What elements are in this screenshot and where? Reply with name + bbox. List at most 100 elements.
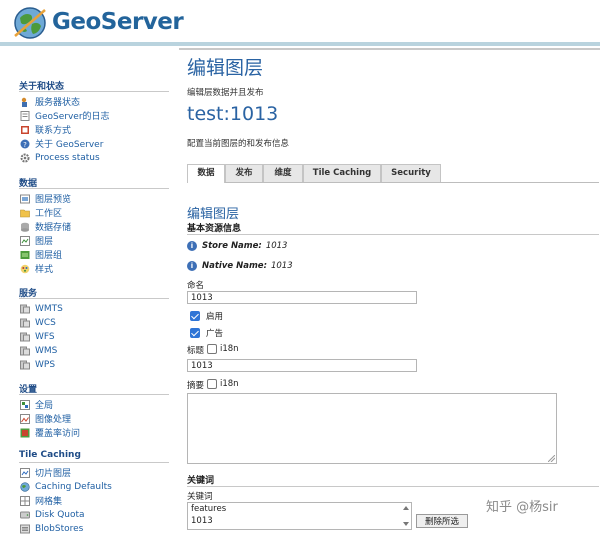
scroll-up-icon[interactable] [403, 506, 409, 510]
title-i18n-checkbox[interactable] [207, 344, 217, 354]
sidebar-item-label: GeoServer的日志 [35, 112, 110, 122]
enabled-checkbox[interactable] [190, 311, 200, 321]
sidebar-item-wcs[interactable]: WCS [20, 316, 56, 329]
sidebar-item-coverage-access[interactable]: 覆盖率访问 [20, 426, 80, 439]
service-icon [20, 360, 30, 370]
info-icon: i [187, 241, 197, 251]
service-icon [20, 346, 30, 356]
title-label: 标题 [187, 346, 205, 356]
keywords-listbox[interactable]: features 1013 [187, 502, 412, 530]
sidebar-item-label: 全局 [35, 401, 54, 411]
brand-name[interactable]: GeoServer [52, 9, 184, 35]
content-top-rule [179, 48, 600, 50]
gear-icon [20, 153, 30, 163]
sidebar-item-about[interactable]: ? 关于 GeoServer [20, 137, 103, 150]
blobstore-icon [20, 524, 30, 534]
sidebar-item-wms[interactable]: WMS [20, 344, 57, 357]
store-name-value: 1013 [265, 241, 288, 251]
sidebar-item-label: 切片图层 [35, 469, 72, 479]
sidebar-item-blobstores[interactable]: BlobStores [20, 522, 83, 535]
sidebar-item-label: 样式 [35, 265, 54, 275]
abstract-textarea[interactable] [187, 393, 557, 464]
geoserver-logo-icon[interactable] [12, 6, 48, 40]
tab-security[interactable]: Security [381, 164, 441, 182]
sidebar-item-contact[interactable]: 联系方式 [20, 123, 71, 136]
disk-icon [20, 510, 30, 520]
sidebar-item-label: 服务器状态 [35, 98, 81, 108]
contact-icon [20, 125, 30, 135]
sidebar-item-label: 图像处理 [35, 415, 72, 425]
native-name-value: 1013 [270, 261, 293, 271]
keywords-heading: 关键词 [187, 476, 215, 486]
tab-publishing[interactable]: 发布 [225, 164, 263, 182]
title-input[interactable]: 1013 [187, 359, 417, 372]
sidebar-item-wmts[interactable]: WMTS [20, 302, 63, 315]
sidebar: 关于和状态 服务器状态 GeoServer的日志 联系方式 ? 关于 GeoSe… [0, 48, 178, 535]
native-name-label: Native Name: [202, 261, 267, 271]
abstract-i18n-toggle: i18n [207, 379, 239, 389]
about-icon: ? [20, 139, 30, 149]
sidebar-item-wps[interactable]: WPS [20, 358, 55, 371]
sidebar-item-label: 覆盖率访问 [35, 429, 81, 439]
sidebar-item-label: 图层组 [35, 251, 63, 261]
sidebar-item-label: WMS [35, 345, 58, 356]
sidebar-item-layers[interactable]: 图层 [20, 234, 53, 247]
sidebar-item-global[interactable]: 全局 [20, 398, 53, 411]
sidebar-item-label: WCS [35, 317, 56, 328]
sidebar-item-workspaces[interactable]: 工作区 [20, 206, 62, 219]
sidebar-item-label: 联系方式 [35, 126, 72, 136]
keyword-option[interactable]: 1013 [191, 516, 213, 526]
sidebar-item-layer-groups[interactable]: 图层组 [20, 248, 62, 261]
abstract-i18n-checkbox[interactable] [207, 379, 217, 389]
tab-bar: 数据 发布 维度 Tile Caching Security [187, 164, 599, 183]
coverage-access-icon [20, 428, 30, 438]
sidebar-item-disk-quota[interactable]: Disk Quota [20, 508, 85, 521]
svg-text:?: ? [23, 141, 27, 149]
enabled-row: 启用 [190, 310, 223, 322]
sidebar-item-gridsets[interactable]: 网格集 [20, 494, 62, 507]
sidebar-item-label: Caching Defaults [35, 481, 112, 492]
sidebar-item-wfs[interactable]: WFS [20, 330, 55, 343]
datastore-icon [20, 222, 30, 232]
sidebar-divider [19, 462, 169, 463]
watermark: 知乎 @杨sir [486, 500, 558, 515]
server-status-icon [20, 97, 30, 107]
sidebar-item-label: WFS [35, 331, 55, 342]
i18n-label: i18n [220, 344, 239, 354]
sidebar-item-layer-preview[interactable]: 图层预览 [20, 192, 71, 205]
sidebar-item-server-status[interactable]: 服务器状态 [20, 95, 80, 108]
main-content: 编辑图层 编辑层数据并且发布 test:1013 配置当前图层的和发布信息 数据… [179, 48, 600, 532]
remove-selected-button[interactable]: 删除所选 [416, 514, 468, 528]
advertised-checkbox[interactable] [190, 328, 200, 338]
sidebar-item-process-status[interactable]: Process status [20, 151, 100, 164]
sidebar-item-label: WPS [35, 359, 56, 370]
folder-icon [20, 208, 30, 218]
layer-group-icon [20, 250, 30, 260]
resize-grip-icon[interactable] [548, 455, 555, 462]
layer-icon [20, 235, 30, 246]
keyword-option[interactable]: features [191, 504, 226, 514]
tab-data[interactable]: 数据 [187, 164, 225, 183]
service-icon [20, 318, 30, 328]
tab-dimensions[interactable]: 维度 [263, 164, 303, 182]
scroll-down-icon[interactable] [403, 522, 409, 526]
style-icon [20, 264, 30, 274]
log-icon [20, 110, 30, 121]
sidebar-item-label: 工作区 [35, 209, 63, 219]
sidebar-item-log[interactable]: GeoServer的日志 [20, 109, 110, 122]
sidebar-item-caching-defaults[interactable]: Caching Defaults [20, 480, 112, 493]
name-input[interactable]: 1013 [187, 291, 417, 304]
sidebar-item-image-processing[interactable]: 图像处理 [20, 412, 71, 425]
enabled-label: 启用 [206, 312, 224, 322]
basic-resource-info-heading: 基本资源信息 [187, 224, 242, 234]
title-i18n-toggle: i18n [207, 344, 239, 354]
tab-tile-caching[interactable]: Tile Caching [303, 164, 381, 182]
sidebar-item-tile-layers[interactable]: 切片图层 [20, 466, 71, 479]
sidebar-divider [19, 298, 169, 299]
global-settings-icon [20, 399, 30, 410]
sidebar-item-datastores[interactable]: 数据存储 [20, 220, 71, 233]
sidebar-item-label: 图层 [35, 237, 54, 247]
globe-icon [20, 481, 30, 492]
section-divider [187, 486, 599, 487]
sidebar-item-styles[interactable]: 样式 [20, 262, 53, 275]
